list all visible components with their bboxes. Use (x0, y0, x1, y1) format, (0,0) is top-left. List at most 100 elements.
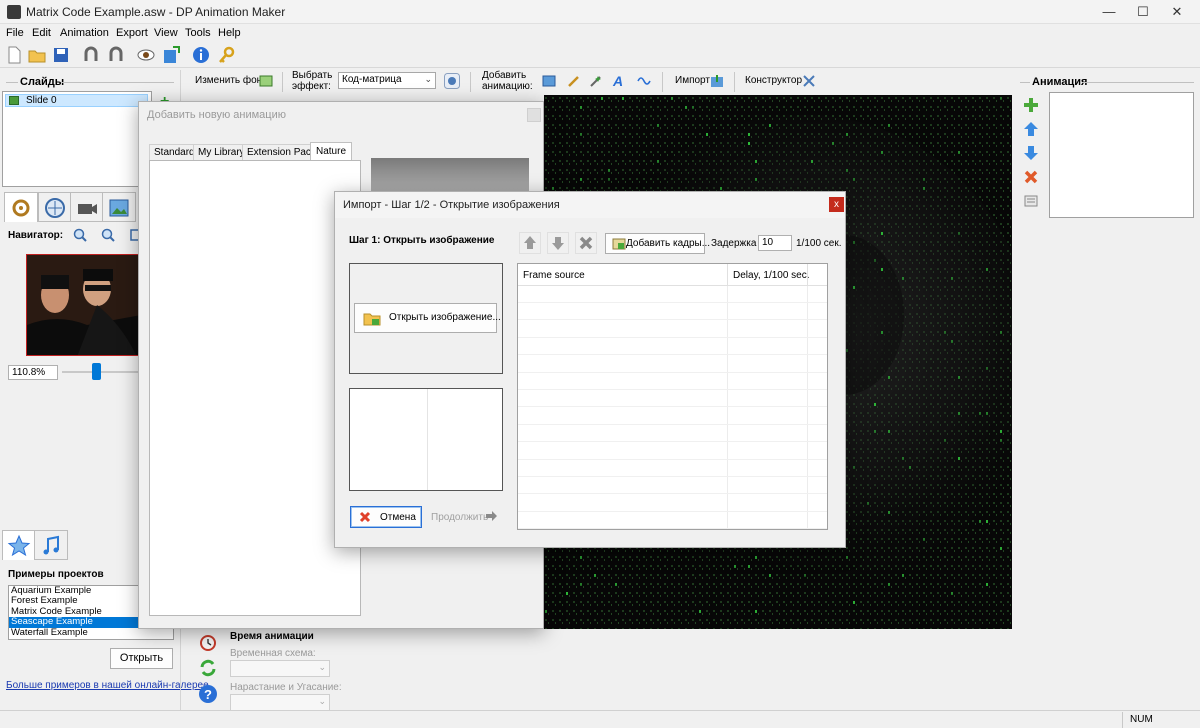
alarm-clock-icon[interactable] (198, 632, 218, 652)
open-image-button[interactable]: Открыть изображение... (354, 303, 501, 333)
menu-tools[interactable]: Tools (185, 27, 211, 39)
effect-settings-icon[interactable] (444, 73, 460, 89)
menu-view[interactable]: View (154, 27, 178, 39)
close-icon[interactable]: x (829, 197, 844, 212)
slide-item[interactable]: Slide 0 (5, 94, 148, 107)
frame-delete-icon[interactable] (575, 232, 597, 254)
matrix-glyph (951, 340, 953, 343)
frame-row[interactable] (518, 512, 827, 529)
brush-icon[interactable] (567, 74, 581, 88)
frame-row[interactable] (518, 443, 827, 460)
tab-image[interactable] (102, 192, 136, 222)
effect-select[interactable]: Код-матрица ⌄ (338, 72, 436, 89)
cancel-button[interactable]: Отмена (350, 506, 422, 528)
change-bg-icon[interactable] (259, 74, 273, 88)
wave-icon[interactable] (637, 74, 651, 88)
continue-button[interactable]: Продолжить (430, 506, 502, 528)
redo-icon[interactable] (106, 45, 126, 65)
help-icon[interactable]: ? (198, 684, 218, 704)
open-folder-icon[interactable] (27, 45, 47, 65)
move-up-icon[interactable] (1023, 121, 1039, 137)
menu-help[interactable]: Help (218, 27, 241, 39)
frame-row[interactable] (518, 477, 827, 495)
matrix-glyph (888, 430, 890, 433)
change-bg-label[interactable]: Изменить фон (195, 75, 262, 86)
tab-examples[interactable] (2, 530, 36, 560)
tab-music[interactable] (34, 530, 68, 560)
frames-table[interactable]: Frame source Delay, 1/100 sec. (517, 263, 828, 530)
matrix-glyph (853, 178, 855, 181)
frame-row[interactable] (518, 390, 827, 408)
close-window-button[interactable]: ✕ (1154, 0, 1200, 24)
matrix-glyph (958, 412, 960, 415)
import-icon[interactable] (710, 74, 724, 88)
zoom-slider-track[interactable] (62, 371, 140, 373)
export-icon[interactable] (161, 45, 181, 65)
matrix-glyph (580, 178, 582, 181)
frame-row[interactable] (518, 338, 827, 356)
zoom-slider-thumb[interactable] (92, 363, 101, 380)
move-down-icon[interactable] (1023, 145, 1039, 161)
preview-eye-icon[interactable] (136, 45, 156, 65)
undo-icon[interactable] (81, 45, 101, 65)
close-icon[interactable] (527, 108, 541, 122)
frame-row[interactable] (518, 356, 827, 373)
new-file-icon[interactable] (4, 45, 24, 65)
animation-gallery-list[interactable] (149, 160, 361, 616)
frame-row[interactable] (518, 303, 827, 321)
zoom-value-field[interactable]: 110.8% (8, 365, 58, 380)
gallery-link[interactable]: Больше примеров в нашей онлайн-галерее (6, 680, 209, 691)
save-icon[interactable] (51, 45, 71, 65)
add-picture-icon[interactable] (542, 74, 556, 88)
frame-row[interactable] (518, 460, 827, 477)
navigator-thumbnail[interactable] (26, 254, 140, 356)
frame-row[interactable] (518, 408, 827, 425)
zoom-in-icon[interactable] (73, 228, 87, 242)
open-example-button[interactable]: Открыть (110, 648, 173, 669)
key-icon[interactable] (216, 45, 236, 65)
menu-edit[interactable]: Edit (32, 27, 51, 39)
time-scheme-select[interactable]: ⌄ (230, 660, 330, 677)
frame-row[interactable] (518, 495, 827, 512)
frame-row[interactable] (518, 425, 827, 443)
tab-nature[interactable]: Nature (310, 142, 353, 160)
menu-animation[interactable]: Animation (60, 27, 109, 39)
tab-timing[interactable] (38, 192, 72, 222)
tab-effects[interactable] (4, 192, 38, 222)
fade-select[interactable]: ⌄ (230, 694, 330, 711)
frame-row[interactable] (518, 286, 827, 303)
delay-input[interactable]: 10 (758, 235, 792, 251)
animation-list[interactable] (1049, 92, 1194, 218)
frame-up-icon[interactable] (519, 232, 541, 254)
col-frame-source[interactable]: Frame source (523, 270, 585, 281)
frame-row[interactable] (518, 373, 827, 390)
frame-row[interactable] (518, 321, 827, 338)
import-label[interactable]: Импорт (675, 75, 710, 86)
menu-file[interactable]: File (6, 27, 24, 39)
info-icon[interactable] (191, 45, 211, 65)
col-delay[interactable]: Delay, 1/100 sec. (733, 270, 810, 281)
matrix-glyph (748, 142, 750, 145)
add-animation-icon[interactable] (1023, 97, 1039, 113)
slides-list[interactable]: Slide 0 (2, 91, 152, 187)
matrix-glyph (748, 133, 750, 136)
example-list-item[interactable]: Waterfall Example (9, 627, 173, 638)
properties-icon[interactable] (1023, 193, 1039, 209)
compass-icon (45, 198, 65, 218)
matrix-glyph (986, 583, 988, 586)
refresh-icon[interactable] (198, 658, 218, 678)
frame-down-icon[interactable] (547, 232, 569, 254)
matrix-glyph (734, 565, 736, 568)
tab-camera[interactable] (70, 192, 104, 222)
zoom-out-icon[interactable] (101, 228, 115, 242)
matrix-glyph (951, 592, 953, 595)
constructor-tools-icon[interactable] (802, 74, 816, 88)
delete-icon[interactable] (1023, 169, 1039, 185)
menu-export[interactable]: Export (116, 27, 148, 39)
text-animation-icon[interactable]: A (613, 73, 627, 89)
magic-wand-icon[interactable] (589, 74, 603, 88)
tab-standard[interactable]: Standard (149, 144, 200, 161)
timing-title: Время анимации (230, 631, 314, 642)
add-frames-button[interactable]: Добавить кадры... (605, 233, 710, 254)
constructor-label[interactable]: Конструктор (745, 75, 802, 86)
